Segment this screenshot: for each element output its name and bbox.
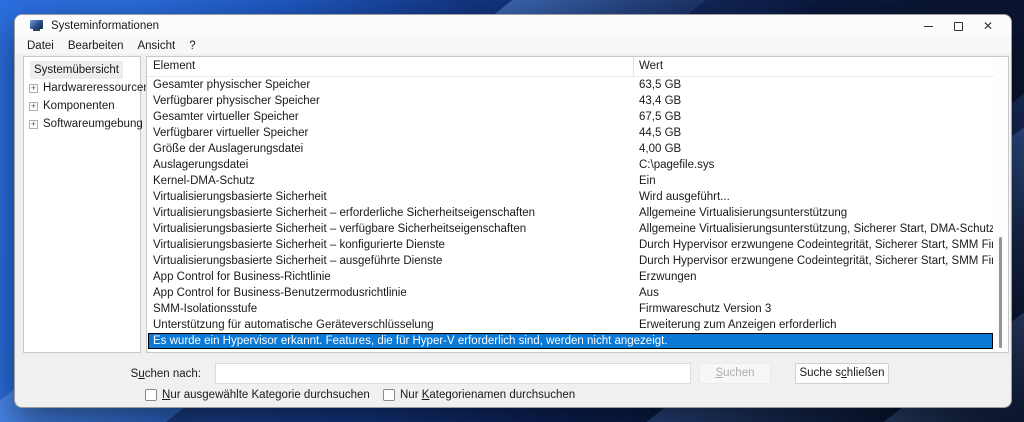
maximize-icon [954,22,963,31]
search-input[interactable] [215,363,691,384]
expand-plus-icon[interactable]: + [29,102,38,111]
tree-item-hardwareressourcen[interactable]: + Hardwareressourcen [24,79,140,97]
menu-bar: Datei Bearbeiten Ansicht ? [15,37,1011,54]
table-row[interactable]: Verfügbarer physischer Speicher43,4 GB [147,93,1008,109]
maximize-button[interactable] [943,15,973,37]
table-row[interactable]: App Control for Business-RichtlinieErzwu… [147,269,1008,285]
tree-item-systemuebersicht[interactable]: Systemübersicht [24,61,140,79]
system-information-window: Systeminformationen ✕ Datei Bearbeiten A… [14,14,1012,408]
selected-message-row[interactable]: Es wurde ein Hypervisor erkannt. Feature… [148,333,993,349]
checkbox-icon[interactable] [145,389,157,401]
table-row[interactable]: Virtualisierungsbasierte Sicherheit – au… [147,253,1008,269]
checkbox-label: Nur ausgewählte Kategorie durchsuchen [162,389,370,401]
title-bar[interactable]: Systeminformationen ✕ [15,15,1011,37]
tree-item-label: Systemübersicht [30,61,123,79]
table-row[interactable]: Virtualisierungsbasierte Sicherheit – er… [147,205,1008,221]
search-label: Suchen nach: [95,364,201,384]
close-button[interactable]: ✕ [973,15,1003,37]
category-tree: Systemübersicht + Hardwareressourcen + K… [23,56,141,353]
table-row[interactable]: Virtualisierungsbasierte SicherheitWird … [147,189,1008,205]
menu-bearbeiten[interactable]: Bearbeiten [61,39,131,53]
table-row[interactable]: Gesamter physischer Speicher63,5 GB [147,77,1008,93]
expand-plus-icon[interactable]: + [29,120,38,129]
tree-item-softwareumgebung[interactable]: + Softwareumgebung [24,115,140,133]
checkbox-category-names[interactable]: Nur Kategorienamen durchsuchen [383,389,575,401]
table-row[interactable]: Gesamter virtueller Speicher67,5 GB [147,109,1008,125]
table-row[interactable]: Virtualisierungsbasierte Sicherheit – ko… [147,237,1008,253]
tree-item-label: Softwareumgebung [43,115,143,133]
scrollbar-thumb[interactable] [999,237,1002,348]
checkbox-label: Nur Kategorienamen durchsuchen [400,389,575,401]
tree-item-label: Komponenten [43,97,115,115]
window-title: Systeminformationen [51,20,159,32]
minimize-button[interactable] [913,15,943,37]
tree-item-label: Hardwareressourcen [43,79,150,97]
vertical-scrollbar[interactable] [994,58,1007,351]
menu-help[interactable]: ? [182,39,202,53]
close-icon: ✕ [983,19,993,33]
table-row[interactable]: SMM-IsolationsstufeFirmwareschutz Versio… [147,301,1008,317]
menu-ansicht[interactable]: Ansicht [130,39,182,53]
table-row[interactable]: AuslagerungsdateiC:\pagefile.sys [147,157,1008,173]
minimize-icon [924,26,933,27]
table-row[interactable]: Größe der Auslagerungsdatei4,00 GB [147,141,1008,157]
system-summary-list: Element Wert Gesamter physischer Speiche… [146,56,1009,353]
menu-datei[interactable]: Datei [20,39,61,53]
table-row[interactable]: App Control for Business-Benutzermodusri… [147,285,1008,301]
list-header: Element Wert [147,57,1008,77]
search-button[interactable]: Suchen [699,363,771,384]
column-header-wert[interactable]: Wert [634,57,1008,76]
checkbox-icon[interactable] [383,389,395,401]
table-row[interactable]: Virtualisierungsbasierte Sicherheit – ve… [147,221,1008,237]
table-row[interactable]: Verfügbarer virtueller Speicher44,5 GB [147,125,1008,141]
table-row[interactable]: Unterstützung für automatische Gerätever… [147,317,1008,333]
msinfo-app-icon [30,20,44,32]
checkbox-selected-category[interactable]: Nur ausgewählte Kategorie durchsuchen [145,389,370,401]
column-header-element[interactable]: Element [147,57,634,76]
tree-item-komponenten[interactable]: + Komponenten [24,97,140,115]
table-row[interactable]: Kernel-DMA-SchutzEin [147,173,1008,189]
close-search-button[interactable]: Suche schließen [795,363,889,384]
expand-plus-icon[interactable]: + [29,84,38,93]
